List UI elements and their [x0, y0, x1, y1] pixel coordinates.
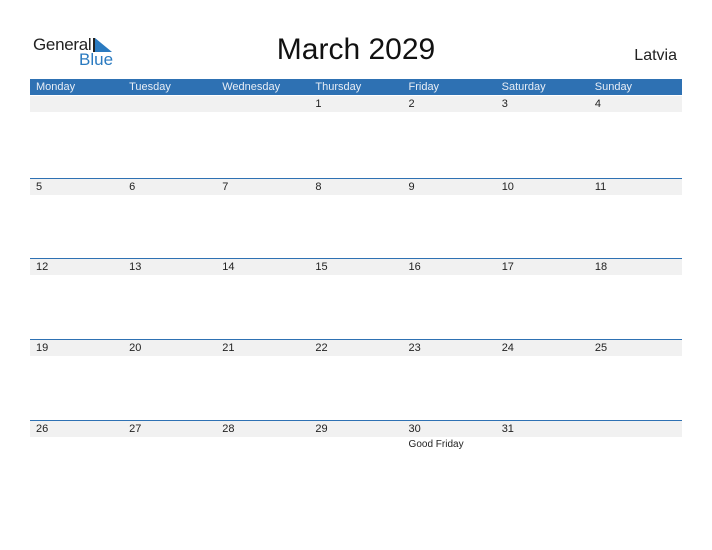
- week-row: 19 20 21 22 23 24 25: [30, 339, 682, 421]
- day-cell: 6: [123, 179, 216, 260]
- day-number: 23: [408, 342, 421, 354]
- week-row: 26 27 28 29 30 Good Friday 31: [30, 420, 682, 502]
- day-number: 16: [408, 261, 421, 273]
- day-number: 5: [36, 181, 43, 193]
- weekday-saturday: Saturday: [501, 81, 546, 93]
- day-number: 2: [408, 98, 415, 110]
- day-number: 21: [222, 342, 235, 354]
- day-cell: 21: [216, 340, 309, 421]
- day-number: 29: [315, 423, 328, 435]
- day-cell: 16: [403, 259, 496, 340]
- day-cell: 10: [496, 179, 589, 260]
- day-cell: 24: [496, 340, 589, 421]
- day-number: 25: [594, 342, 608, 354]
- day-number: 6: [129, 181, 136, 193]
- day-number: 30: [408, 423, 421, 435]
- day-cell: 13: [123, 259, 216, 340]
- day-cell: 11: [589, 179, 682, 260]
- day-number: 13: [129, 261, 142, 273]
- weekday-wednesday: Wednesday: [222, 81, 281, 93]
- day-number: 1: [315, 98, 322, 110]
- weekday-tuesday: Tuesday: [129, 81, 171, 93]
- day-number: 12: [36, 261, 49, 273]
- day-cell: 22: [309, 340, 402, 421]
- day-cell: 18: [589, 259, 682, 340]
- day-number: 3: [501, 98, 508, 110]
- day-cell: [123, 96, 216, 177]
- day-cell: 1: [309, 96, 402, 177]
- day-cell: 26: [30, 421, 123, 502]
- day-cell: 25: [589, 340, 682, 421]
- day-number: 10: [501, 181, 514, 193]
- weekday-header: Monday Tuesday Wednesday Thursday Friday…: [30, 79, 682, 95]
- day-cell: 20: [123, 340, 216, 421]
- day-cell: [589, 421, 682, 502]
- day-cell: 28: [216, 421, 309, 502]
- day-cell: 14: [216, 259, 309, 340]
- day-cell: 12: [30, 259, 123, 340]
- day-cell: 8: [309, 179, 402, 260]
- day-cell: 2: [403, 96, 496, 177]
- week-row: 12 13 14 15 16 17 18: [30, 258, 682, 340]
- weekday-thursday: Thursday: [315, 81, 362, 93]
- day-number: 11: [594, 181, 607, 193]
- day-cell: 29: [309, 421, 402, 502]
- day-number: 31: [501, 423, 514, 435]
- week-row: 1 2 3 4: [30, 96, 682, 177]
- day-number: 4: [594, 98, 601, 110]
- weekday-sunday: Sunday: [594, 81, 633, 93]
- day-number: 19: [36, 342, 49, 354]
- day-number: 15: [315, 261, 328, 273]
- day-number: 27: [129, 423, 142, 435]
- weekday-monday: Monday: [36, 81, 76, 93]
- day-number: 24: [501, 342, 514, 354]
- day-cell: 3: [496, 96, 589, 177]
- day-number: 18: [594, 261, 608, 273]
- weekday-friday: Friday: [408, 81, 440, 93]
- day-number: 14: [222, 261, 235, 273]
- day-number: 7: [222, 181, 229, 193]
- day-number: 26: [36, 423, 49, 435]
- day-cell: 9: [403, 179, 496, 260]
- day-cell: 19: [30, 340, 123, 421]
- day-number: 22: [315, 342, 328, 354]
- week-row: 5 6 7 8 9 10 11: [30, 178, 682, 260]
- page-title: March 2029: [276, 33, 436, 66]
- day-cell: 30 Good Friday: [403, 421, 496, 502]
- day-cell: 31: [496, 421, 589, 502]
- country-label: Latvia: [634, 47, 677, 64]
- day-cell: [30, 96, 123, 177]
- day-number: 9: [408, 181, 415, 193]
- day-number: 20: [129, 342, 142, 354]
- day-cell: 4: [589, 96, 682, 177]
- day-cell: 7: [216, 179, 309, 260]
- day-number: 8: [315, 181, 322, 193]
- day-cell: 23: [403, 340, 496, 421]
- day-cell: [216, 96, 309, 177]
- day-cell: 5: [30, 179, 123, 260]
- day-cell: 17: [496, 259, 589, 340]
- day-cell: 15: [309, 259, 402, 340]
- day-number: 17: [501, 261, 514, 273]
- day-number: 28: [222, 423, 235, 435]
- day-cell: 27: [123, 421, 216, 502]
- holiday-label: Good Friday: [408, 439, 464, 450]
